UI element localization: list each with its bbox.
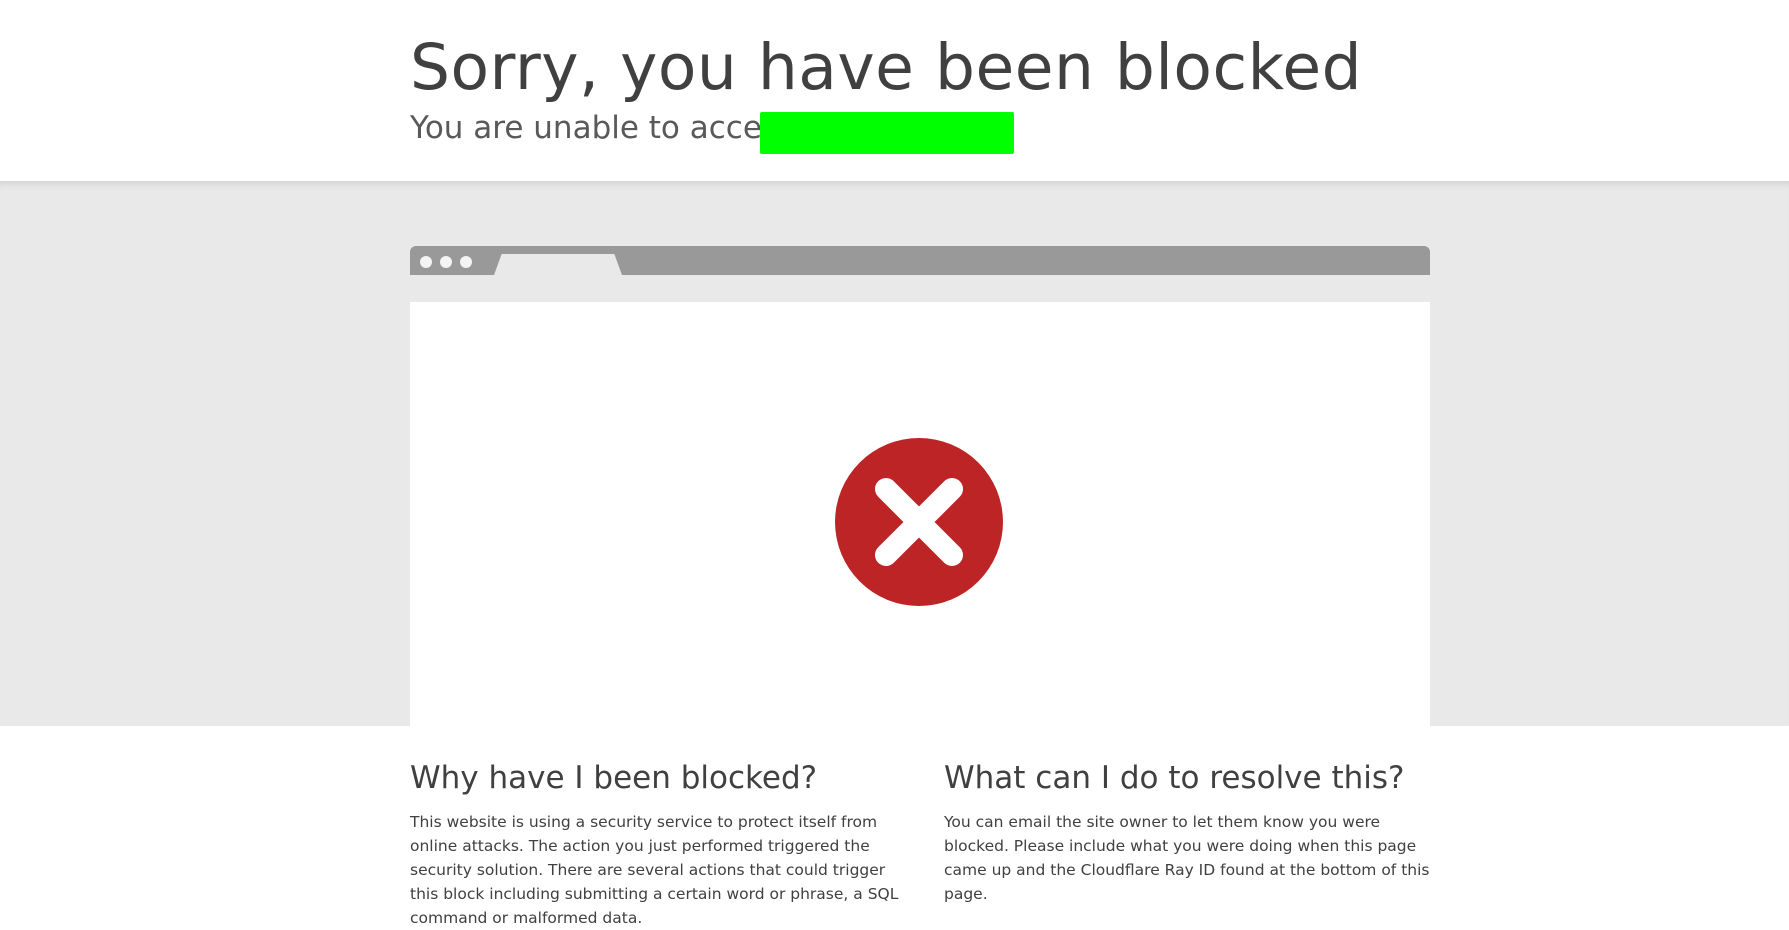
page-subtitle: You are unable to access xyxy=(410,110,795,146)
window-dot-icon xyxy=(420,256,432,268)
window-dot-icon xyxy=(460,256,472,268)
why-blocked-heading: Why have I been blocked? xyxy=(410,760,818,796)
browser-tab xyxy=(494,254,622,275)
resolve-text: You can email the site owner to let them… xyxy=(944,813,1430,903)
why-blocked-text: This website is using a security service… xyxy=(410,813,899,927)
window-dot-icon xyxy=(440,256,452,268)
redacted-domain xyxy=(760,112,1014,154)
page-title: Sorry, you have been blocked xyxy=(410,31,1363,104)
why-blocked-section: Why have I been blocked? This website is… xyxy=(410,756,900,930)
x-circle-icon xyxy=(835,438,1003,606)
resolve-section: What can I do to resolve this? You can e… xyxy=(944,756,1434,906)
browser-window-bar xyxy=(410,246,1430,275)
browser-window-body xyxy=(410,302,1430,726)
page-header: Sorry, you have been blocked You are una… xyxy=(0,0,1789,181)
resolve-heading: What can I do to resolve this? xyxy=(944,760,1405,796)
